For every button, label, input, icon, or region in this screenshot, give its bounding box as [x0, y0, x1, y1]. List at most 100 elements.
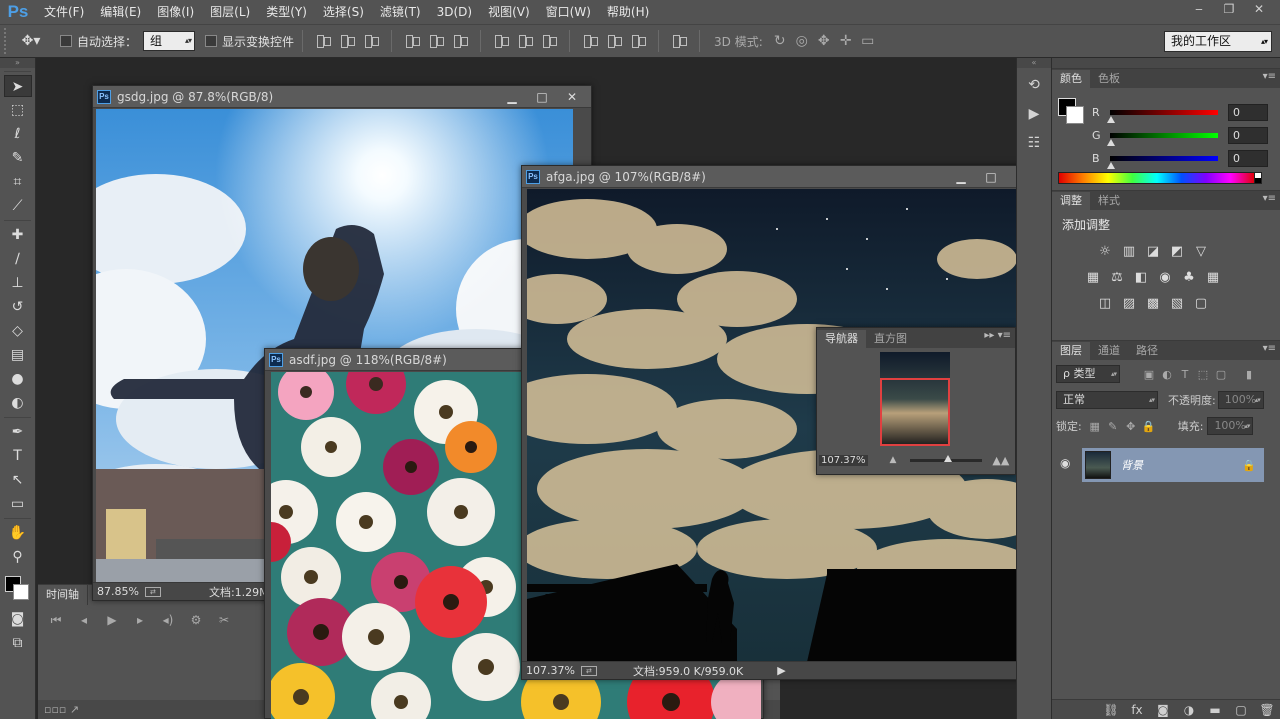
blue-value[interactable]: 0 [1228, 149, 1268, 167]
fill-input[interactable]: 100% [1207, 417, 1254, 435]
zoom-slider-thumb[interactable] [944, 454, 953, 462]
pan-3d-icon[interactable]: ✥ [813, 30, 835, 52]
brightness-icon[interactable]: ☼ [1096, 244, 1114, 260]
layer-thumbnail[interactable] [1085, 451, 1111, 479]
status-arrow-icon[interactable]: ▶ [777, 664, 785, 677]
rotate-3d-icon[interactable]: ↻ [769, 30, 791, 52]
new-adjustment-icon[interactable]: ◑ [1176, 703, 1202, 717]
move-tool-icon[interactable]: ➤ [3, 75, 32, 97]
screen-mode-icon[interactable]: ⧉ [4, 632, 32, 654]
black-white-icon[interactable]: ◧ [1132, 270, 1150, 286]
show-transform-checkbox[interactable] [205, 35, 218, 47]
green-value[interactable]: 0 [1228, 126, 1268, 144]
tab-adjustments[interactable]: 调整 [1052, 192, 1090, 210]
menu-help[interactable]: 帮助(H) [599, 0, 657, 24]
zoom-slider[interactable] [910, 454, 983, 462]
blur-tool-icon[interactable]: ● [4, 368, 32, 390]
distribute-left-icon[interactable] [580, 30, 600, 52]
auto-select-checkbox[interactable] [60, 35, 72, 47]
align-hcenter-icon[interactable] [426, 30, 446, 52]
invert-icon[interactable]: ◫ [1096, 296, 1114, 312]
tab-color[interactable]: 颜色 [1052, 70, 1090, 88]
align-right-icon[interactable] [450, 30, 470, 52]
posterize-icon[interactable]: ▨ [1120, 296, 1138, 312]
exposure-icon[interactable]: ◩ [1168, 244, 1186, 260]
navigator-view-box[interactable] [880, 378, 950, 446]
tab-styles[interactable]: 样式 [1090, 192, 1128, 210]
first-frame-icon[interactable]: ⏮ [42, 613, 70, 628]
clone-stamp-tool-icon[interactable]: ⊥ [4, 272, 32, 294]
slide-3d-icon[interactable]: ✛ [835, 30, 857, 52]
filter-adjust-icon[interactable]: ◐ [1158, 368, 1176, 381]
menu-3d[interactable]: 3D(D) [429, 0, 480, 24]
document-size[interactable]: 文档:959.0 K/959.0K [633, 663, 743, 679]
color-spectrum[interactable] [1058, 172, 1256, 184]
panel-menu-icon[interactable]: ▸▸ ▾≡ [984, 330, 1011, 341]
link-layers-icon[interactable]: ⛓ [1098, 703, 1124, 717]
doc-maximize-button[interactable]: □ [976, 168, 1006, 186]
document-titlebar[interactable]: Ps gsdg.jpg @ 87.8%(RGB/8) ▁ □ ✕ [93, 86, 591, 108]
align-vcenter-icon[interactable] [337, 30, 357, 52]
align-bottom-icon[interactable] [361, 30, 381, 52]
menu-view[interactable]: 视图(V) [480, 0, 538, 24]
add-mask-icon[interactable]: ◙ [1150, 703, 1176, 717]
zoom-out-icon[interactable]: ▲ [890, 455, 897, 465]
lasso-tool-icon[interactable]: ℓ [4, 123, 32, 145]
zoom-in-icon[interactable]: ▲▲ [992, 454, 1009, 467]
history-icon[interactable]: ⟲ [1021, 73, 1047, 97]
move-tool-preset-icon[interactable]: ✥▾ [12, 28, 50, 54]
status-share-icon[interactable]: ⇄ [144, 586, 161, 597]
menu-filter[interactable]: 滤镜(T) [372, 0, 429, 24]
menu-layer[interactable]: 图层(L) [202, 0, 258, 24]
distribute-top-icon[interactable] [491, 30, 511, 52]
quick-select-tool-icon[interactable]: ✎ [4, 147, 32, 169]
restore-button[interactable]: ❐ [1214, 0, 1244, 18]
blue-slider[interactable] [1107, 155, 1218, 169]
actions-play-icon[interactable]: ▶ [1021, 102, 1047, 126]
navigator-thumbnail[interactable] [880, 352, 950, 446]
tab-navigator[interactable]: 导航器 [817, 330, 866, 348]
minimize-button[interactable]: ‒ [1184, 0, 1214, 18]
lock-pixels-icon[interactable]: ✎ [1104, 420, 1122, 433]
visibility-eye-icon[interactable]: ◉ [1060, 456, 1076, 470]
channel-mixer-icon[interactable]: ♣ [1180, 270, 1198, 286]
prev-frame-icon[interactable]: ◂ [70, 613, 98, 628]
color-balance-icon[interactable]: ⚖ [1108, 270, 1126, 286]
zoom-level[interactable]: 107.37% [526, 664, 575, 677]
tab-histogram[interactable]: 直方图 [866, 330, 915, 348]
next-frame-icon[interactable]: ▸ [126, 613, 154, 628]
strip-collapse-icon[interactable]: « [1017, 58, 1051, 68]
slider-thumb[interactable] [1107, 115, 1115, 123]
eyedropper-tool-icon[interactable]: ⟋ [4, 195, 32, 217]
new-group-icon[interactable]: ▬ [1202, 703, 1228, 717]
lock-transparent-icon[interactable]: ▦ [1086, 420, 1104, 433]
close-button[interactable]: ✕ [1244, 0, 1274, 18]
selective-color-icon[interactable]: ▢ [1192, 296, 1210, 312]
filter-toggle-icon[interactable]: ▮ [1240, 368, 1258, 381]
menu-image[interactable]: 图像(I) [149, 0, 202, 24]
navigator-zoom-value[interactable]: 107.37% [819, 454, 868, 466]
distribute-right-icon[interactable] [628, 30, 648, 52]
roll-3d-icon[interactable]: ◎ [791, 30, 813, 52]
panel-menu-icon[interactable]: ▾≡ [1263, 343, 1276, 354]
properties-icon[interactable]: ☷ [1021, 131, 1047, 155]
green-slider[interactable] [1107, 132, 1218, 146]
align-left-icon[interactable] [402, 30, 422, 52]
tab-layers[interactable]: 图层 [1052, 342, 1090, 360]
red-slider[interactable] [1107, 109, 1218, 123]
menu-window[interactable]: 窗口(W) [538, 0, 599, 24]
distribute-vcenter-icon[interactable] [515, 30, 535, 52]
workspace-dropdown[interactable]: 我的工作区 [1164, 31, 1272, 52]
layer-filter-dropdown[interactable]: ρ 类型 [1056, 365, 1120, 383]
slider-thumb[interactable] [1107, 138, 1115, 146]
doc-maximize-button[interactable]: □ [527, 88, 557, 106]
panel-menu-icon[interactable]: ▾≡ [1263, 193, 1276, 204]
layer-row-background[interactable]: 背景 🔒 [1082, 448, 1264, 482]
toolbar-collapse-icon[interactable]: » [0, 58, 35, 68]
lock-position-icon[interactable]: ✥ [1122, 420, 1140, 433]
rectangle-tool-icon[interactable]: ▭ [4, 493, 32, 515]
menu-select[interactable]: 选择(S) [315, 0, 372, 24]
menu-type[interactable]: 类型(Y) [258, 0, 315, 24]
options-grip[interactable] [4, 28, 12, 54]
dodge-tool-icon[interactable]: ◐ [4, 392, 32, 414]
